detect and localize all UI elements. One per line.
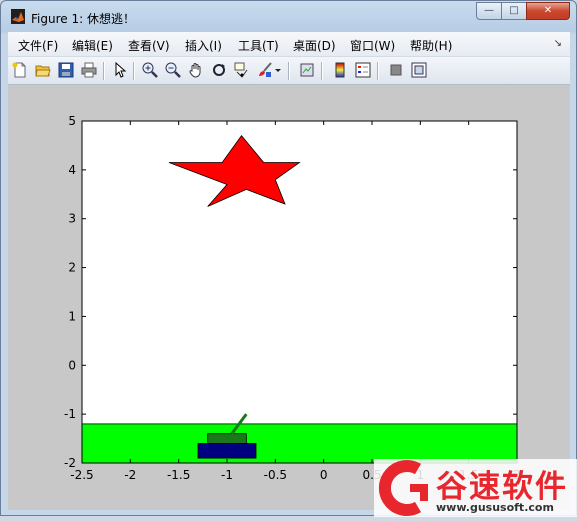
y-tick-label: 5	[68, 114, 76, 128]
ground-patch	[81, 423, 518, 464]
axes-background	[82, 121, 517, 463]
x-tick-label: -1.5	[167, 468, 190, 482]
x-tick-label: -2	[124, 468, 136, 482]
tank-turret	[207, 433, 247, 444]
x-tick-label: -0.5	[264, 468, 287, 482]
y-tick-label: 2	[68, 261, 76, 275]
watermark-text: 谷速软件	[436, 469, 568, 505]
y-tick-label: 4	[68, 163, 76, 177]
x-tick-label: -2.5	[70, 468, 93, 482]
x-tick-label: 0	[320, 468, 328, 482]
plot-canvas: -2.5-2-1.5-1-0.500.511.52543210-1-2	[64, 114, 521, 482]
tank-body	[197, 443, 257, 459]
axes: -2.5-2-1.5-1-0.500.511.52543210-1-2	[64, 114, 521, 482]
y-tick-label: 3	[68, 212, 76, 226]
figure-window: Figure 1: 休想逃！ — □ ✕ 文件(F) 编辑(E) 查看(V) 插…	[0, 0, 577, 517]
y-tick-label: 0	[68, 358, 76, 372]
y-tick-label: -1	[64, 407, 76, 421]
y-tick-label: 1	[68, 309, 76, 323]
watermark-url: www.gususoft.com	[436, 501, 554, 514]
x-tick-label: -1	[221, 468, 233, 482]
watermark: 谷速软件 www.gususoft.com	[374, 459, 577, 517]
y-tick-label: -2	[64, 456, 76, 470]
